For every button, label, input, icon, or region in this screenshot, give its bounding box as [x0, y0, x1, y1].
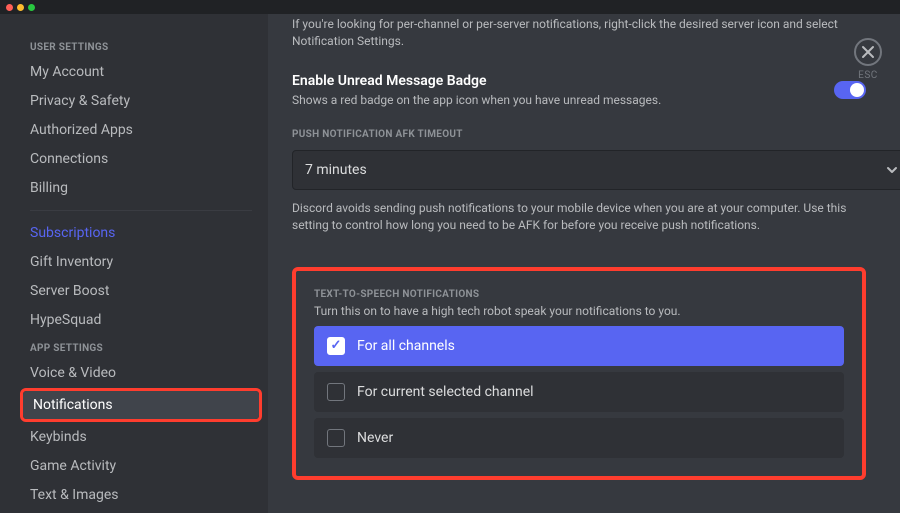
close-label: ESC — [858, 70, 878, 81]
checkbox-icon: ✓ — [327, 337, 345, 355]
traffic-light-minimize[interactable] — [17, 4, 24, 11]
checkbox-icon — [327, 383, 345, 401]
afk-timeout-helper: Discord avoids sending push notification… — [292, 200, 866, 235]
unread-badge-desc: Shows a red badge on the app icon when y… — [292, 93, 661, 107]
sidebar-item-boost[interactable]: Server Boost — [20, 277, 262, 305]
sidebar-item-billing[interactable]: Billing — [20, 174, 262, 202]
sidebar-item-privacy[interactable]: Privacy & Safety — [20, 87, 262, 115]
sidebar-item-my-account[interactable]: My Account — [20, 58, 262, 86]
close-settings-button[interactable]: ESC — [854, 38, 882, 81]
sidebar-item-keybinds[interactable]: Keybinds — [20, 423, 262, 451]
tts-option-never[interactable]: Never — [314, 418, 844, 458]
sidebar-item-gift[interactable]: Gift Inventory — [20, 248, 262, 276]
per-channel-note: If you're looking for per-channel or per… — [292, 16, 866, 51]
sidebar-item-text-images[interactable]: Text & Images — [20, 481, 262, 509]
unread-badge-title: Enable Unread Message Badge — [292, 73, 661, 89]
tts-option-label: For current selected channel — [357, 384, 534, 400]
traffic-light-zoom[interactable] — [28, 4, 35, 11]
tts-option-all-channels[interactable]: ✓ For all channels — [314, 326, 844, 366]
window-titlebar — [0, 0, 900, 14]
tts-desc: Turn this on to have a high tech robot s… — [314, 304, 844, 318]
close-icon — [854, 38, 882, 66]
sidebar-item-notifications[interactable]: Notifications — [23, 391, 259, 419]
sidebar-item-hypesquad[interactable]: HypeSquad — [20, 306, 262, 334]
unread-badge-toggle[interactable] — [834, 81, 866, 99]
sidebar-category-app: APP SETTINGS — [20, 335, 262, 358]
sidebar-category-user: USER SETTINGS — [20, 34, 262, 57]
chevron-down-icon — [885, 163, 899, 177]
tts-option-label: For all channels — [357, 338, 455, 354]
traffic-light-close[interactable] — [6, 4, 13, 11]
sidebar-item-connections[interactable]: Connections — [20, 145, 262, 173]
settings-content[interactable]: If you're looking for per-channel or per… — [268, 14, 900, 513]
settings-sidebar: USER SETTINGS My Account Privacy & Safet… — [0, 14, 268, 513]
afk-timeout-select[interactable]: 7 minutes — [292, 150, 900, 190]
sidebar-item-authorized[interactable]: Authorized Apps — [20, 116, 262, 144]
sidebar-separator — [30, 210, 252, 211]
tts-option-label: Never — [357, 430, 393, 446]
afk-timeout-value: 7 minutes — [305, 162, 367, 178]
tts-highlight-box: TEXT-TO-SPEECH NOTIFICATIONS Turn this o… — [292, 267, 866, 480]
sidebar-item-voice[interactable]: Voice & Video — [20, 359, 262, 387]
tts-option-current-channel[interactable]: For current selected channel — [314, 372, 844, 412]
checkbox-icon — [327, 429, 345, 447]
tts-label: TEXT-TO-SPEECH NOTIFICATIONS — [314, 289, 844, 300]
sidebar-item-activity[interactable]: Game Activity — [20, 452, 262, 480]
sidebar-item-subscriptions[interactable]: Subscriptions — [20, 219, 262, 247]
afk-timeout-label: PUSH NOTIFICATION AFK TIMEOUT — [292, 129, 866, 140]
sidebar-item-notifications-highlight: Notifications — [20, 388, 262, 422]
